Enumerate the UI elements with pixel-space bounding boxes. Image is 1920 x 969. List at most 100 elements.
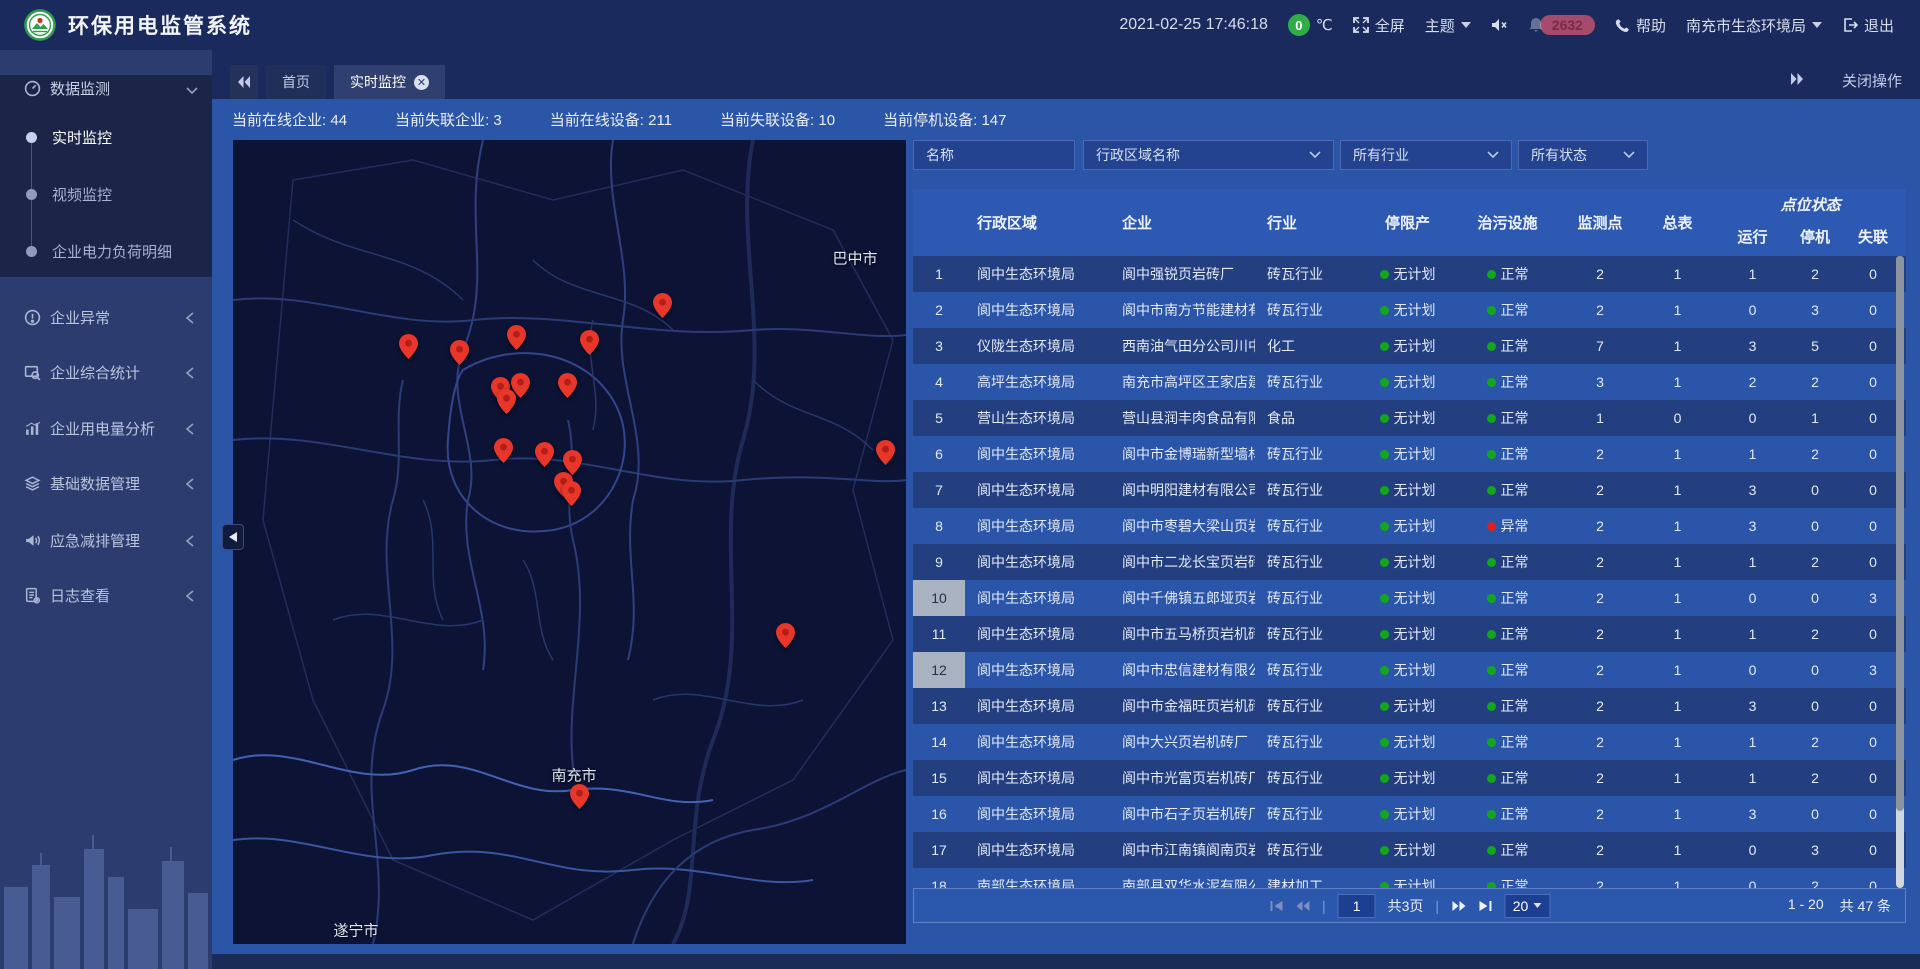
close-icon[interactable]: ✕: [414, 75, 429, 90]
prev-page-button[interactable]: [1295, 900, 1310, 912]
tab-active[interactable]: 实时监控 ✕: [334, 65, 445, 99]
sidebar-item[interactable]: 企业异常: [0, 299, 212, 335]
map-marker-pin[interactable]: [399, 334, 418, 359]
map-marker-pin[interactable]: [507, 325, 526, 350]
sidebar-item[interactable]: 数据监测: [0, 70, 212, 106]
row-stop-count: 2: [1790, 616, 1840, 652]
industry-select[interactable]: 所有行业: [1340, 140, 1512, 170]
table-row[interactable]: 7 阆中生态环境局 阆中明阳建材有限公司 砖瓦行业 无计划 正常 2 1 3 0…: [913, 472, 1906, 508]
chevron-left-icon: [186, 422, 198, 434]
notification-count-badge: 2632: [1540, 15, 1595, 35]
table-row[interactable]: 16 阆中生态环境局 阆中市石子页岩机砖厂 砖瓦行业 无计划 正常 2 1 3 …: [913, 796, 1906, 832]
divider: |: [1322, 898, 1326, 914]
sidebar-subitem-label: 实时监控: [52, 127, 112, 148]
table-row[interactable]: 5 营山生态环境局 营山县润丰肉食品有限 食品 无计划 正常 1 0 0 1 0: [913, 400, 1906, 436]
notifications-button[interactable]: 2632: [1528, 15, 1595, 35]
chevron-left-icon: [186, 477, 198, 489]
row-limit-status: 无计划: [1360, 652, 1455, 688]
close-operations-button[interactable]: 关闭操作: [1842, 70, 1902, 91]
col-run: 运行: [1715, 217, 1790, 256]
scrollbar-thumb[interactable]: [1896, 256, 1904, 811]
help-button[interactable]: 帮助: [1615, 15, 1666, 36]
sidebar-subitem[interactable]: 企业电力负荷明细: [0, 234, 212, 268]
sidebar-item[interactable]: 基础数据管理: [0, 465, 212, 501]
row-meter-count: 1: [1640, 328, 1715, 364]
sidebar-item[interactable]: 应急减排管理: [0, 522, 212, 558]
table-row[interactable]: 9 阆中生态环境局 阆中市二龙长宝页岩砖 砖瓦行业 无计划 正常 2 1 1 2…: [913, 544, 1906, 580]
first-page-button[interactable]: [1269, 900, 1283, 912]
map-marker-pin[interactable]: [776, 623, 795, 648]
row-stop-count: 2: [1790, 364, 1840, 400]
map-marker-pin[interactable]: [497, 389, 516, 414]
row-index: 13: [913, 688, 965, 724]
row-industry: 砖瓦行业: [1255, 832, 1360, 868]
sidebar-item[interactable]: 企业用电量分析: [0, 410, 212, 446]
tabs-scroll-right-button[interactable]: [1790, 72, 1804, 89]
row-monitor-count: 2: [1560, 724, 1640, 760]
table-row[interactable]: 2 阆中生态环境局 阆中市南方节能建材有 砖瓦行业 无计划 正常 2 1 0 3…: [913, 292, 1906, 328]
map-marker-pin[interactable]: [580, 330, 599, 355]
row-facility-status: 正常: [1455, 760, 1560, 796]
range-label: 1 - 20: [1788, 896, 1824, 916]
row-region: 高坪生态环境局: [965, 364, 1110, 400]
name-search-input[interactable]: 名称: [913, 140, 1075, 170]
map-marker-pin[interactable]: [562, 481, 581, 506]
org-menu-button[interactable]: 南充市生态环境局: [1686, 15, 1822, 36]
theme-button[interactable]: 主题: [1425, 15, 1471, 36]
table-row[interactable]: 10 阆中生态环境局 阆中千佛镇五郎垭页岩 砖瓦行业 无计划 正常 2 1 0 …: [913, 580, 1906, 616]
last-page-button[interactable]: [1478, 900, 1492, 912]
map-marker-pin[interactable]: [558, 373, 577, 398]
row-run-count: 1: [1715, 436, 1790, 472]
tab-item[interactable]: 首页: [266, 65, 326, 99]
row-monitor-count: 2: [1560, 796, 1640, 832]
status-dot-icon: [1380, 450, 1389, 459]
row-run-count: 1: [1715, 724, 1790, 760]
sidebar-subitem[interactable]: 实时监控: [0, 120, 212, 154]
row-limit-status: 无计划: [1360, 328, 1455, 364]
map-marker-pin[interactable]: [876, 440, 895, 465]
table-row[interactable]: 13 阆中生态环境局 阆中市金福旺页岩机砖 砖瓦行业 无计划 正常 2 1 3 …: [913, 688, 1906, 724]
chevron-down-icon: [1461, 22, 1471, 28]
row-company: 阆中大兴页岩机砖厂: [1110, 724, 1255, 760]
status-select[interactable]: 所有状态: [1518, 140, 1648, 170]
map-panel[interactable]: 巴中市南充市遂宁市: [233, 140, 906, 944]
table-row[interactable]: 3 仪陇生态环境局 西南油气田分公司川中 化工 无计划 正常 7 1 3 5 0: [913, 328, 1906, 364]
row-limit-status: 无计划: [1360, 472, 1455, 508]
tab-label: 实时监控: [350, 72, 406, 92]
status-dot-icon: [1487, 414, 1496, 423]
table-row[interactable]: 8 阆中生态环境局 阆中市枣碧大梁山页岩 砖瓦行业 无计划 异常 2 1 3 0…: [913, 508, 1906, 544]
mute-button[interactable]: [1491, 17, 1508, 33]
map-marker-pin[interactable]: [653, 293, 672, 318]
next-page-button[interactable]: [1451, 900, 1466, 912]
table-row[interactable]: 6 阆中生态环境局 阆中市金博瑞新型墙材 砖瓦行业 无计划 正常 2 1 1 2…: [913, 436, 1906, 472]
row-meter-count: 1: [1640, 292, 1715, 328]
tabs-scroll-left-button[interactable]: [230, 65, 258, 99]
sidebar-item[interactable]: 企业综合统计: [0, 354, 212, 390]
map-marker-pin[interactable]: [570, 784, 589, 809]
map-marker-pin[interactable]: [450, 340, 469, 365]
sidebar-item[interactable]: 日志查看: [0, 577, 212, 613]
table-row[interactable]: 4 高坪生态环境局 南充市高坪区王家店建 砖瓦行业 无计划 正常 3 1 2 2…: [913, 364, 1906, 400]
row-region: 阆中生态环境局: [965, 832, 1110, 868]
page-size-select[interactable]: 20: [1504, 894, 1550, 918]
fullscreen-button[interactable]: 全屏: [1353, 15, 1405, 36]
map-marker-pin[interactable]: [494, 438, 513, 463]
table-row[interactable]: 11 阆中生态环境局 阆中市五马桥页岩机砖 砖瓦行业 无计划 正常 2 1 1 …: [913, 616, 1906, 652]
map-collapse-button[interactable]: [222, 524, 244, 550]
table-row[interactable]: 15 阆中生态环境局 阆中市光富页岩机砖厂 砖瓦行业 无计划 正常 2 1 1 …: [913, 760, 1906, 796]
logout-button[interactable]: 退出: [1842, 15, 1894, 36]
table-row[interactable]: 1 阆中生态环境局 阆中强锐页岩砖厂 砖瓦行业 无计划 正常 2 1 1 2 0: [913, 256, 1906, 292]
page-number-input[interactable]: 1: [1338, 894, 1376, 918]
pagination-summary: 1 - 20 共 47 条: [1788, 896, 1905, 916]
row-meter-count: 1: [1640, 688, 1715, 724]
table-row[interactable]: 12 阆中生态环境局 阆中市忠信建材有限公 砖瓦行业 无计划 正常 2 1 0 …: [913, 652, 1906, 688]
region-select[interactable]: 行政区域名称: [1083, 140, 1334, 170]
sidebar-subitem[interactable]: 视频监控: [0, 177, 212, 211]
map-marker-pin[interactable]: [535, 442, 554, 467]
col-meter: 总表: [1640, 189, 1715, 256]
status-dot-icon: [1380, 630, 1389, 639]
sidebar-item-label: 数据监测: [50, 78, 110, 99]
row-run-count: 3: [1715, 328, 1790, 364]
table-row[interactable]: 14 阆中生态环境局 阆中大兴页岩机砖厂 砖瓦行业 无计划 正常 2 1 1 2…: [913, 724, 1906, 760]
table-row[interactable]: 17 阆中生态环境局 阆中市江南镇阆南页岩 砖瓦行业 无计划 正常 2 1 0 …: [913, 832, 1906, 868]
